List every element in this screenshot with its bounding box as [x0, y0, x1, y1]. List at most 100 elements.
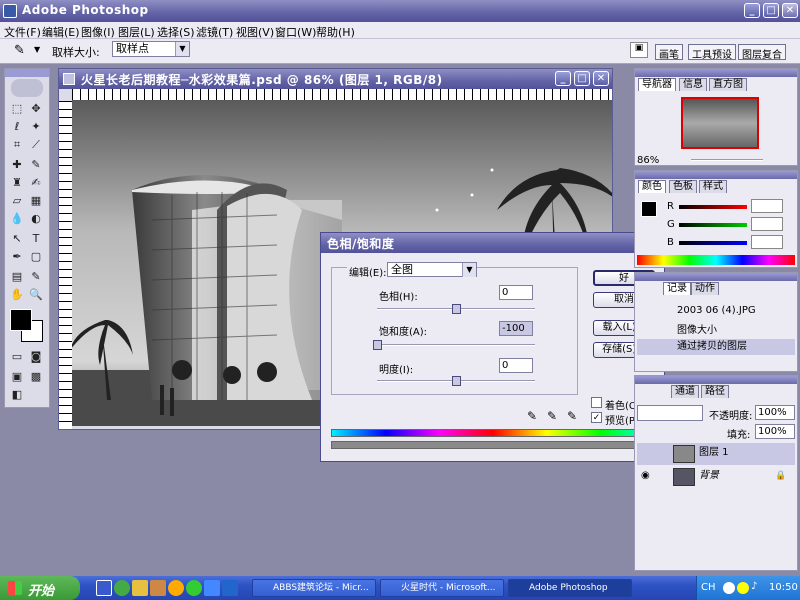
dodge-icon[interactable]: ◐	[27, 211, 45, 227]
brush-icon[interactable]: ✎	[27, 157, 45, 173]
layer-row-background[interactable]: ◉ 背景 🔒	[637, 466, 795, 488]
clock[interactable]: 10:50	[769, 582, 798, 593]
task-abbs-forum[interactable]: ABBS建筑论坛 - Micr...	[252, 579, 376, 597]
layer-row-1[interactable]: 图层 1	[637, 443, 795, 465]
menu-view[interactable]: 视图(V)	[236, 24, 274, 40]
eyedropper-tool-icon[interactable]: ✎	[14, 43, 25, 58]
history-item-image-size[interactable]: 图像大小	[637, 323, 795, 339]
red-slider[interactable]	[679, 205, 747, 209]
history-brush-icon[interactable]: ✍	[27, 175, 45, 191]
quicklaunch-icon-5[interactable]	[168, 580, 184, 596]
imageready-icon[interactable]: ◧	[8, 387, 26, 403]
hue-slider-thumb[interactable]	[452, 304, 461, 314]
saturation-input[interactable]: -100	[499, 321, 533, 336]
colorize-checkbox[interactable]	[591, 397, 602, 408]
red-value-input[interactable]	[751, 199, 783, 213]
saturation-slider-track[interactable]	[377, 344, 535, 346]
type-icon[interactable]: T	[27, 231, 45, 247]
blend-mode-select[interactable]	[637, 405, 703, 421]
lightness-input[interactable]: 0	[499, 358, 533, 373]
tray-icon-1[interactable]	[723, 582, 735, 594]
quicklaunch-icon-1[interactable]	[96, 580, 112, 596]
menu-file[interactable]: 文件(F)	[4, 24, 41, 40]
eyedropper-minus-icon[interactable]: ✎	[567, 409, 577, 423]
eraser-icon[interactable]: ▱	[8, 193, 26, 209]
tab-navigator[interactable]: 导航器	[638, 78, 676, 91]
quicklaunch-icon-8[interactable]	[222, 580, 238, 596]
vertical-ruler[interactable]	[59, 101, 72, 429]
standard-mode-icon[interactable]: ▭	[8, 349, 26, 365]
history-item-layer-via-copy[interactable]: 通过拷贝的图层	[637, 339, 795, 355]
hand-icon[interactable]: ✋	[8, 287, 26, 303]
sample-size-select[interactable]: 取样点 ▼	[112, 41, 190, 57]
tab-color[interactable]: 颜色	[638, 180, 666, 193]
blue-slider[interactable]	[679, 241, 747, 245]
green-slider[interactable]	[679, 223, 747, 227]
tab-swatches[interactable]: 色板	[669, 180, 697, 193]
shape-icon[interactable]: ▢	[27, 249, 45, 265]
preview-checkbox[interactable]: ✓	[591, 412, 602, 423]
menu-help[interactable]: 帮助(H)	[316, 24, 355, 40]
quicklaunch-icon-6[interactable]	[186, 580, 202, 596]
input-language[interactable]: CH	[701, 582, 716, 593]
tab-layer-comps[interactable]: 图层复合	[738, 44, 786, 61]
task-hxsd[interactable]: 火星时代 - Microsoft...	[380, 579, 504, 597]
doc-minimize-button[interactable]: _	[555, 71, 571, 86]
magic-wand-icon[interactable]: ✦	[27, 119, 45, 135]
stamp-icon[interactable]: ♜	[8, 175, 26, 191]
menu-filter[interactable]: 滤镜(T)	[196, 24, 233, 40]
navigator-thumbnail[interactable]	[681, 97, 759, 149]
app-minimize-button[interactable]: _	[744, 3, 760, 18]
healing-icon[interactable]: ✚	[8, 157, 26, 173]
foreground-color-swatch[interactable]	[10, 309, 32, 331]
gradient-icon[interactable]: ▦	[27, 193, 45, 209]
tab-styles[interactable]: 样式	[699, 180, 727, 193]
fill-input[interactable]: 100%	[755, 424, 795, 439]
tab-paths[interactable]: 路径	[701, 385, 729, 398]
navigator-zoom[interactable]: 86%	[637, 155, 659, 166]
quicklaunch-icon-3[interactable]	[132, 580, 148, 596]
tab-actions[interactable]: 动作	[691, 282, 719, 295]
quicklaunch-icon-2[interactable]	[114, 580, 130, 596]
menu-layer[interactable]: 图层(L)	[118, 24, 155, 40]
menu-select[interactable]: 选择(S)	[157, 24, 195, 40]
eyedropper-icon[interactable]: ✎	[27, 269, 45, 285]
marquee-icon[interactable]: ⬚	[8, 101, 26, 117]
edit-select[interactable]: 全图 ▼	[387, 262, 477, 277]
crop-icon[interactable]: ⌗	[8, 137, 26, 153]
eye-icon[interactable]: ◉	[641, 466, 650, 486]
tab-histogram[interactable]: 直方图	[709, 78, 747, 91]
palette-well-icon[interactable]: ▣	[630, 42, 648, 58]
lightness-slider-thumb[interactable]	[452, 376, 461, 386]
lasso-icon[interactable]: ℓ	[8, 119, 26, 135]
hue-input[interactable]: 0	[499, 285, 533, 300]
eyedropper-plus-icon[interactable]: ✎	[547, 409, 557, 423]
task-photoshop[interactable]: Adobe Photoshop	[508, 579, 632, 597]
slice-icon[interactable]: ⟋	[27, 137, 45, 153]
color-ramp[interactable]	[637, 255, 795, 265]
menu-window[interactable]: 窗口(W)	[275, 24, 316, 40]
tab-tool-presets[interactable]: 工具预设	[688, 44, 736, 61]
color-fg-swatch[interactable]	[641, 201, 657, 217]
app-close-button[interactable]: ✕	[782, 3, 798, 18]
opacity-input[interactable]: 100%	[755, 405, 795, 420]
quicklaunch-icon-4[interactable]	[150, 580, 166, 596]
volume-icon[interactable]: ♪	[751, 581, 757, 592]
saturation-slider-thumb[interactable]	[373, 340, 382, 350]
menu-edit[interactable]: 编辑(E)	[42, 24, 80, 40]
green-value-input[interactable]	[751, 217, 783, 231]
quick-mask-icon[interactable]: ◙	[27, 349, 45, 365]
doc-close-button[interactable]: ✕	[593, 71, 609, 86]
tab-history[interactable]: 记录	[663, 282, 691, 295]
tab-brushes[interactable]: 画笔	[655, 44, 683, 61]
history-snapshot[interactable]: 2003 06 (4).JPG	[637, 303, 795, 319]
zoom-icon[interactable]: 🔍	[27, 287, 45, 303]
pen-icon[interactable]: ✒	[8, 249, 26, 265]
tool-preset-arrow-icon[interactable]: ▼	[34, 45, 40, 54]
start-button[interactable]: 开始	[0, 576, 80, 600]
tab-info[interactable]: 信息	[679, 78, 707, 91]
navigator-zoom-slider[interactable]	[691, 159, 763, 161]
screen-mode-icon[interactable]: ▣	[8, 369, 26, 385]
move-icon[interactable]: ✥	[27, 101, 45, 117]
tray-icon-2[interactable]	[737, 582, 749, 594]
